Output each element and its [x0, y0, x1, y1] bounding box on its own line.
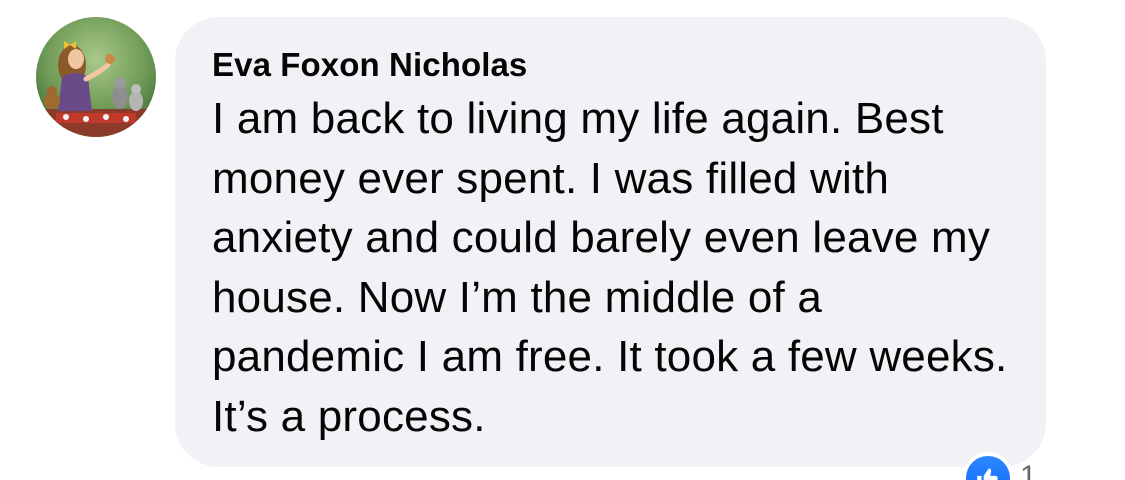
reaction-count: 1 [1020, 460, 1037, 480]
avatar[interactable] [36, 17, 156, 137]
like-badge [962, 452, 1014, 480]
thumbs-up-icon [966, 456, 1010, 480]
reaction-summary[interactable]: 1 [962, 452, 1037, 480]
comment-text: I am back to living my life again. Best … [212, 94, 1008, 441]
comment-author-name[interactable]: Eva Foxon Nicholas [212, 45, 1022, 85]
comment-bubble: Eva Foxon Nicholas I am back to living m… [175, 17, 1046, 467]
